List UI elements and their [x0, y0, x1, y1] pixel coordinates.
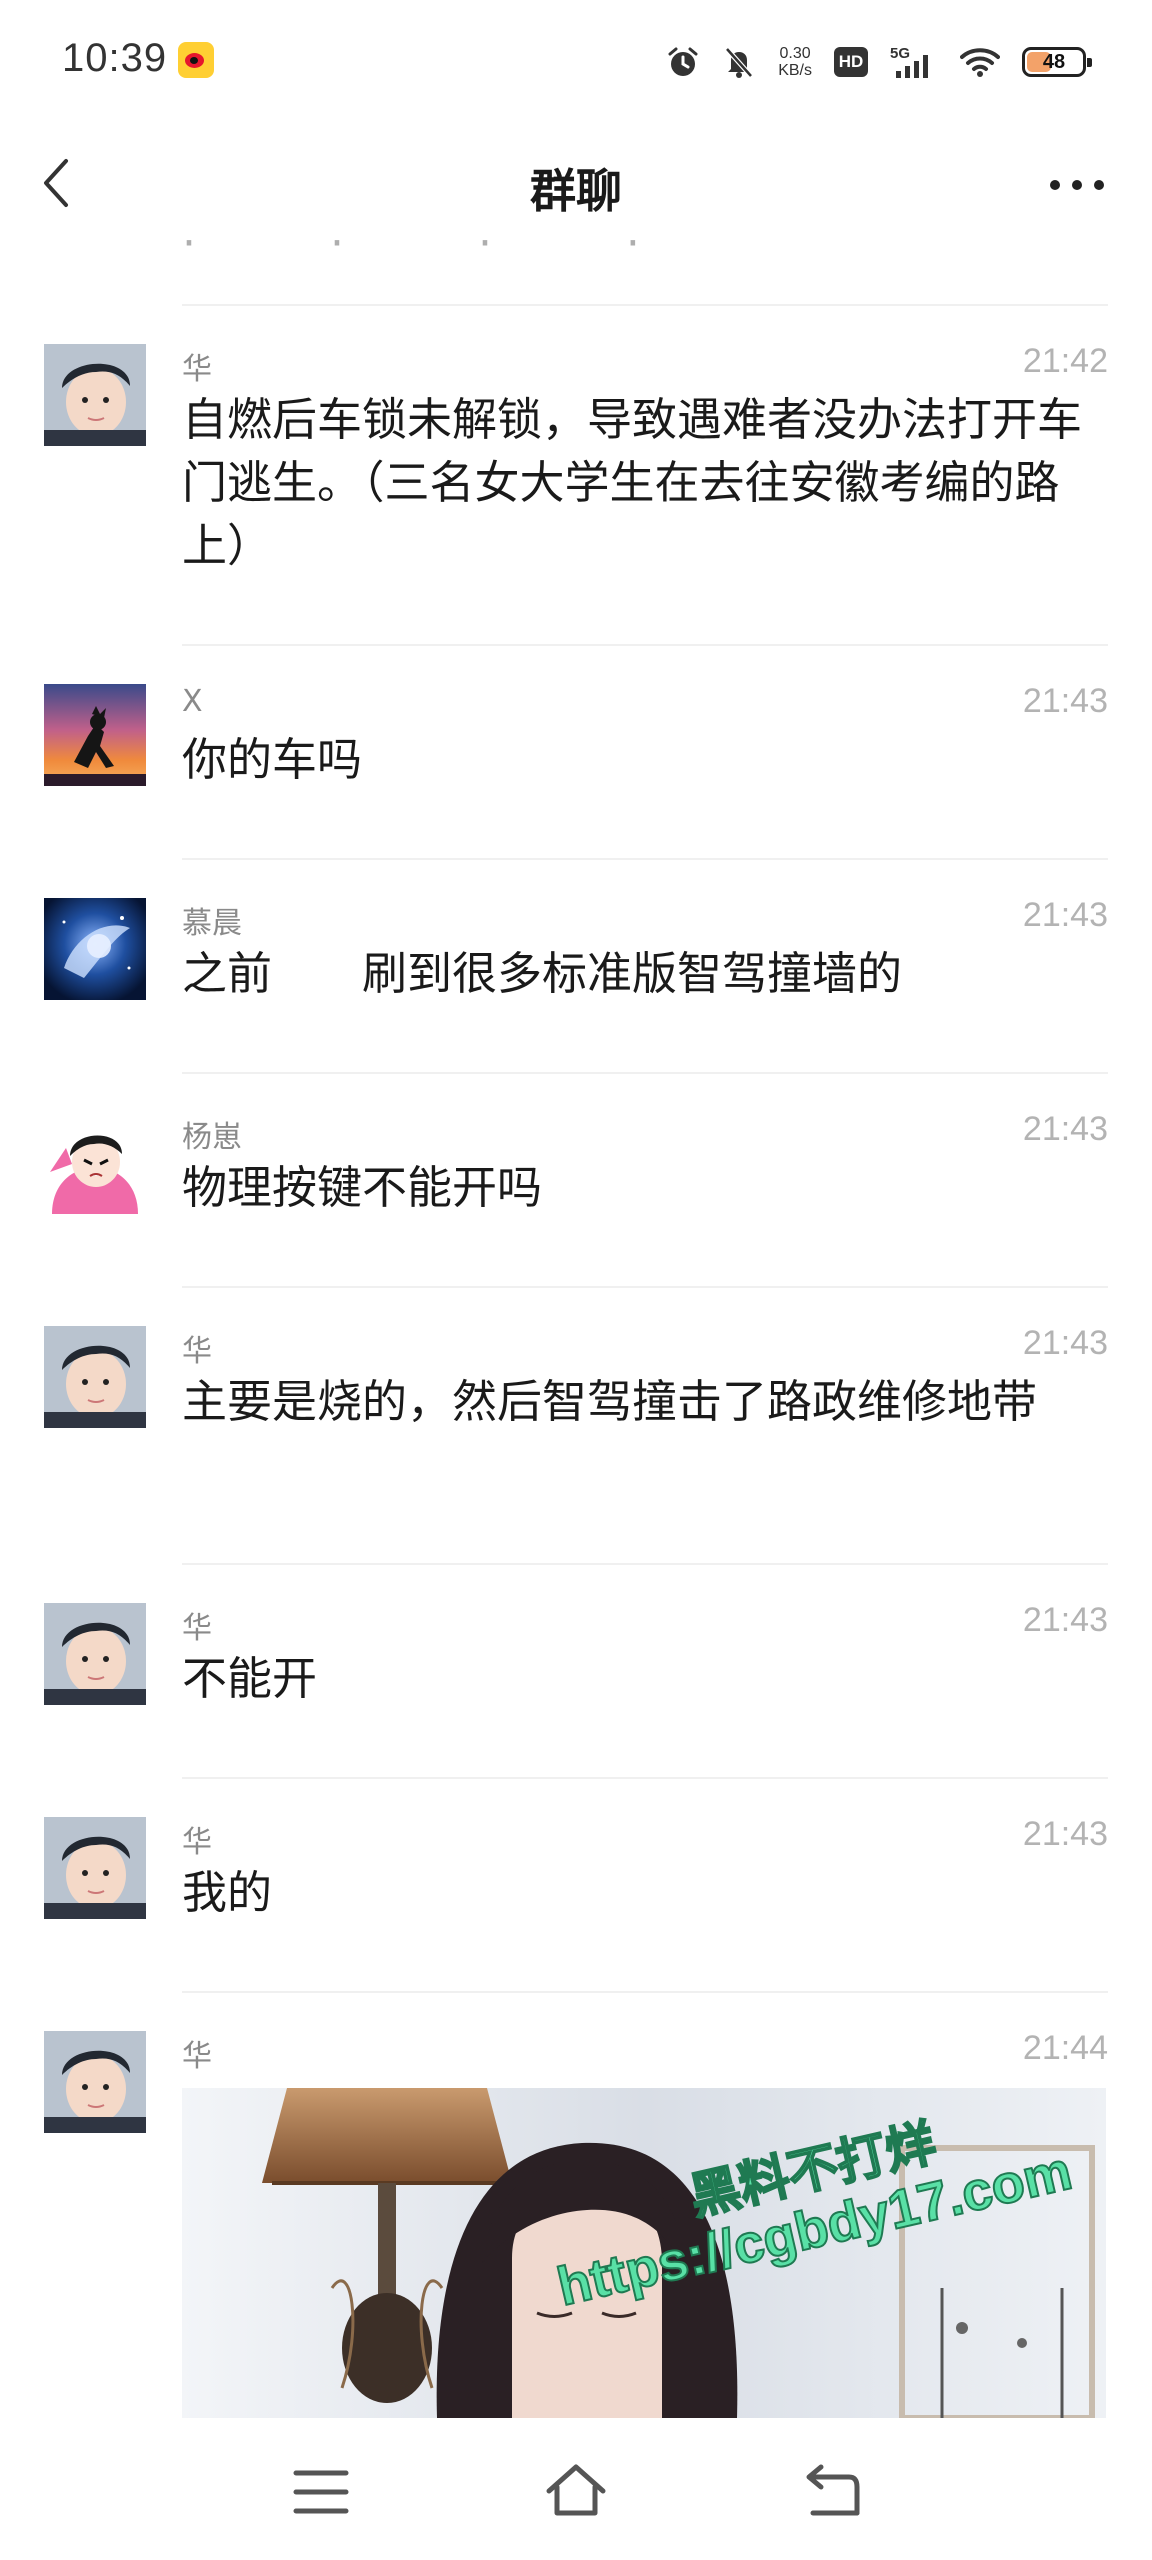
message-list[interactable]: · · · · 华 21:42 自燃后车锁未解锁，导致遇难者没办法打开车门逃生。…: [0, 240, 1152, 2425]
status-time: 10:39: [62, 36, 168, 80]
signal-5g-label: 5G: [890, 45, 910, 62]
partial-message-text: · · · ·: [182, 240, 700, 269]
weibo-icon: [178, 42, 214, 78]
message-text: 之前 刷到很多标准版智驾撞墙的: [182, 947, 903, 1000]
message-text: 主要是烧的，然后智驾撞击了路政维修地带: [182, 1375, 1038, 1428]
avatar[interactable]: [44, 1603, 146, 1705]
message-text: 自燃后车锁未解锁，导致遇难者没办法打开车门逃生。（三名女大学生在去往安徽考编的路…: [182, 393, 1083, 572]
divider: [182, 1777, 1108, 1779]
message-time: 21:43: [1022, 1110, 1108, 1148]
avatar-boy-image: [44, 344, 146, 446]
sender-name: 华: [182, 2039, 212, 2074]
sender-name: 华: [182, 1334, 212, 1369]
avatar[interactable]: [44, 1112, 146, 1214]
message-time: 21:44: [1022, 2029, 1108, 2067]
avatar-boy-image: [44, 1817, 146, 1919]
divider: [182, 1563, 1108, 1565]
avatar-boy-image: [44, 1326, 146, 1428]
avatar[interactable]: [44, 684, 146, 786]
message-time: 21:43: [1022, 896, 1108, 934]
network-speed-value: 0.30: [779, 45, 811, 62]
battery-level: 48: [1042, 51, 1066, 73]
avatar-blue-anime-image: [44, 898, 146, 1000]
network-speed: 0.30 KB/s: [778, 45, 812, 79]
battery-icon: 48: [1022, 47, 1092, 77]
message-text: 你的车吗: [182, 733, 363, 786]
avatar[interactable]: [44, 2031, 146, 2133]
page-title: 群聊: [530, 164, 622, 218]
avatar-boy-image: [44, 1603, 146, 1705]
back-icon[interactable]: [803, 2461, 863, 2521]
avatar-boy-image: [44, 2031, 146, 2133]
ellipsis-icon[interactable]: [1042, 155, 1112, 215]
avatar-sunset-image: [44, 684, 146, 786]
bell-muted-icon: [725, 47, 754, 78]
divider: [182, 304, 1108, 306]
home-icon[interactable]: [543, 2461, 609, 2521]
sender-name: 杨崽: [182, 1120, 242, 1155]
avatar[interactable]: [44, 898, 146, 1000]
sender-name: 慕晨: [182, 906, 242, 941]
message-time: 21:42: [1022, 342, 1108, 380]
divider: [182, 1991, 1108, 1993]
message-text: 不能开: [182, 1652, 318, 1705]
message-time: 21:43: [1022, 1324, 1108, 1362]
message-text: 物理按键不能开吗: [182, 1161, 543, 1214]
wifi-icon: [960, 48, 1000, 77]
status-icons: 0.30 KB/s HD 5G 48: [666, 38, 1092, 86]
system-nav-bar: [0, 2425, 1152, 2560]
signal-5g-icon: 5G: [890, 45, 928, 78]
divider: [182, 644, 1108, 646]
avatar-pink-hoodie-image: [44, 1112, 146, 1214]
hd-icon: HD: [834, 47, 868, 77]
message-text: 我的: [182, 1866, 273, 1919]
menu-icon[interactable]: [290, 2465, 352, 2519]
avatar[interactable]: [44, 344, 146, 446]
message-time: 21:43: [1022, 1815, 1108, 1853]
avatar[interactable]: [44, 1817, 146, 1919]
divider: [182, 1072, 1108, 1074]
divider: [182, 1286, 1108, 1288]
avatar[interactable]: [44, 1326, 146, 1428]
chat-header: 群聊: [0, 125, 1152, 250]
sender-name: 华: [182, 1825, 212, 1860]
status-bar: 10:39 0.30 KB/s HD 5G 48: [0, 0, 1152, 125]
message-time: 21:43: [1022, 1601, 1108, 1639]
sender-name: 华: [182, 1611, 212, 1646]
divider: [182, 858, 1108, 860]
sender-name: 华: [182, 352, 212, 387]
message-time: 21:43: [1022, 682, 1108, 720]
sender-name: X: [182, 684, 203, 719]
network-speed-unit: KB/s: [778, 62, 812, 79]
alarm-icon: [668, 47, 698, 76]
message-image[interactable]: 黑料不打烊 https://cgbdy17.com: [182, 2088, 1106, 2418]
battery-tip: [1087, 58, 1092, 67]
